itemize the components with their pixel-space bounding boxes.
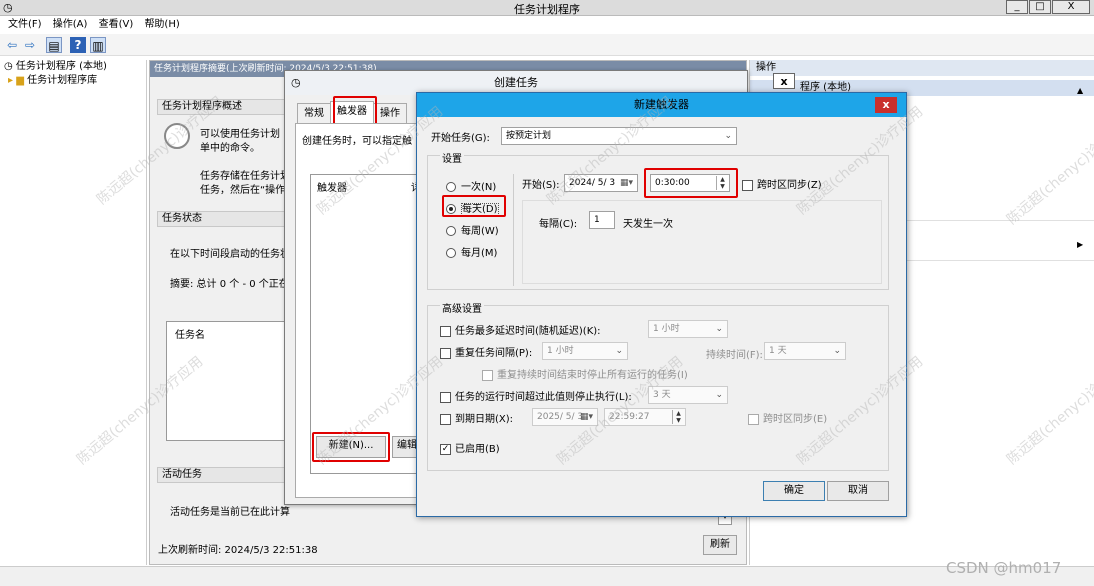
cancel-button[interactable]: 取消 xyxy=(827,481,889,501)
folder-icon: ▸ ▆ xyxy=(8,75,28,86)
duration-select[interactable]: 1 天 ⌄ xyxy=(764,342,846,360)
settings-group: 设置 一次(N) 每天(D) 每周(W) 每月(M) 开始(S): 2024/ … xyxy=(427,150,889,290)
freq-weekly[interactable]: 每周(W) xyxy=(446,222,499,237)
enabled-box[interactable]: ✓ xyxy=(440,443,451,455)
recurrence-box: 每隔(C): 1 天发生一次 xyxy=(522,200,882,284)
forward-icon[interactable]: ⇨ xyxy=(22,37,38,53)
delay-select[interactable]: 1 小时 ⌄ xyxy=(648,320,728,338)
freq-monthly[interactable]: 每月(M) xyxy=(446,244,497,259)
chevron-down-icon: ⌄ xyxy=(615,346,623,356)
delay-checkbox[interactable]: 任务最多延迟时间(随机延迟)(K): xyxy=(440,322,601,337)
stop-long-checkbox[interactable]: 任务的运行时间超过此值则停止执行(L): xyxy=(440,388,632,403)
refresh-button[interactable]: 刷新 xyxy=(703,535,737,555)
expire-box[interactable] xyxy=(440,413,451,425)
collapse-icon[interactable]: ▲ xyxy=(1077,86,1083,95)
duration-label: 持续时间(F): xyxy=(706,350,763,361)
sync-tz-box[interactable] xyxy=(742,179,753,191)
close-button[interactable]: X xyxy=(1052,0,1090,14)
status-bar: CSDN @hm017 xyxy=(0,559,1094,586)
repeat-box[interactable] xyxy=(440,347,451,359)
menu-bar: 文件(F) 操作(A) 查看(V) 帮助(H) xyxy=(0,16,1094,34)
help-icon[interactable]: ? xyxy=(70,37,86,53)
repeat-select[interactable]: 1 小时 ⌄ xyxy=(542,342,628,360)
create-task-close-button[interactable]: x xyxy=(773,73,795,89)
enabled-checkbox[interactable]: ✓ 已启用(B) xyxy=(440,440,500,455)
clock-icon: ◷ xyxy=(4,61,16,72)
expire-sync-box[interactable] xyxy=(748,413,759,425)
toolbar: ⇦ ⇨ ▤ ? ▥ xyxy=(0,34,1094,56)
action-pane-title: 操作 xyxy=(750,60,1094,76)
overview-text: 任务存储在任务计划 xyxy=(200,171,290,182)
time-spinner-icon[interactable]: ▲ ▼ xyxy=(672,410,684,424)
expire-sync-checkbox[interactable]: 跨时区同步(E) xyxy=(748,410,827,425)
submenu-arrow-icon[interactable]: ▶ xyxy=(1077,240,1083,249)
overview-text: 可以使用任务计划 xyxy=(200,129,280,140)
window-title: 任务计划程序 xyxy=(514,3,580,16)
calendar-icon[interactable]: ▦▾ xyxy=(620,175,633,191)
menu-action[interactable]: 操作(A) xyxy=(53,19,88,30)
settings-label: 设置 xyxy=(440,150,464,165)
chevron-down-icon: ⌄ xyxy=(724,131,732,141)
advanced-label: 高级设置 xyxy=(440,300,484,315)
radio-monthly[interactable] xyxy=(446,248,456,258)
stop-repeat-box[interactable] xyxy=(482,369,493,381)
stop-long-box[interactable] xyxy=(440,391,451,403)
begin-task-label: 开始任务(G): xyxy=(431,133,490,144)
status-text: 在以下时间段启动的任务状 xyxy=(170,249,290,260)
radio-weekly[interactable] xyxy=(446,226,456,236)
tab-actions[interactable]: 操作 xyxy=(373,103,407,123)
show-hide-tree-icon[interactable]: ▤ xyxy=(46,37,62,53)
create-task-title: 创建任务 xyxy=(494,76,538,89)
tree-root[interactable]: ◷ 任务计划程序 (本地) xyxy=(0,60,146,74)
frequency-group: 一次(N) 每天(D) 每周(W) 每月(M) xyxy=(438,174,514,286)
overview-text: 任务，然后在“操作 xyxy=(200,185,286,196)
expire-checkbox[interactable]: 到期日期(X): xyxy=(440,410,513,425)
interval-label: 每隔(C): xyxy=(539,219,578,230)
main-titlebar: ◷ 任务计划程序 _ □ X xyxy=(0,0,1094,16)
minimize-button[interactable]: _ xyxy=(1006,0,1028,14)
menu-view[interactable]: 查看(V) xyxy=(99,19,134,30)
navigation-tree: ◷ 任务计划程序 (本地) ▸ ▆ 任务计划程序库 xyxy=(0,60,147,565)
tab-general[interactable]: 常规 xyxy=(297,103,331,123)
chevron-down-icon: ⌄ xyxy=(715,390,723,400)
tree-library[interactable]: ▸ ▆ 任务计划程序库 xyxy=(0,74,146,88)
radio-once[interactable] xyxy=(446,182,456,192)
maximize-button[interactable]: □ xyxy=(1029,0,1051,14)
chevron-down-icon: ⌄ xyxy=(833,346,841,356)
chevron-down-icon: ⌄ xyxy=(715,324,723,334)
interval-unit: 天发生一次 xyxy=(623,219,673,230)
clock-icon: ◷ xyxy=(291,76,301,89)
menu-file[interactable]: 文件(F) xyxy=(8,19,42,30)
new-trigger-close-button[interactable]: x xyxy=(875,97,897,113)
ok-button[interactable]: 确定 xyxy=(763,481,825,501)
repeat-checkbox[interactable]: 重复任务间隔(P): xyxy=(440,344,532,359)
show-action-pane-icon[interactable]: ▥ xyxy=(90,37,106,53)
start-time-highlight xyxy=(644,168,738,198)
new-trigger-dialog: 新建触发器 x 开始任务(G): 按预定计划 ⌄ 设置 一次(N) 每天(D) 每… xyxy=(416,92,907,517)
daily-highlight xyxy=(442,195,506,217)
freq-once[interactable]: 一次(N) xyxy=(446,178,496,193)
menu-help[interactable]: 帮助(H) xyxy=(144,19,179,30)
begin-task-value: 按预定计划 xyxy=(506,131,552,141)
back-icon[interactable]: ⇦ xyxy=(4,37,20,53)
csdn-watermark: CSDN @hm017 xyxy=(946,559,1062,577)
status-summary: 摘要: 总计 0 个 - 0 个正在 xyxy=(170,279,289,290)
delay-box[interactable] xyxy=(440,325,451,337)
active-text: 活动任务是当前已在此计算 xyxy=(170,507,290,518)
overview-text: 单中的命令。 xyxy=(200,143,260,154)
taskname-column[interactable]: 任务名 xyxy=(175,326,205,341)
interval-input[interactable]: 1 xyxy=(589,211,615,229)
last-refresh: 上次刷新时间: 2024/5/3 22:51:38 xyxy=(158,545,318,556)
